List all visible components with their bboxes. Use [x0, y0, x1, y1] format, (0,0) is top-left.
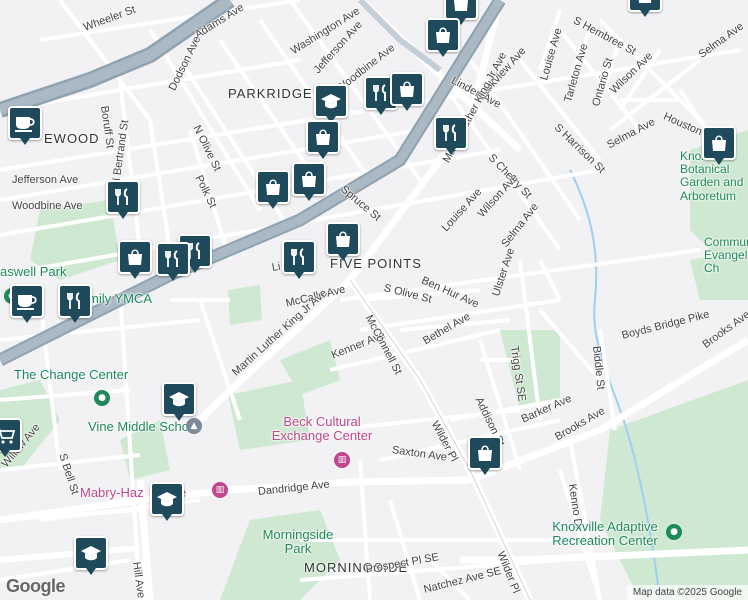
shopping-bag-marker[interactable]	[306, 120, 340, 160]
shopping-bag-icon	[316, 129, 330, 145]
shopping-bag-icon	[400, 81, 414, 97]
shopping-bag-icon	[436, 27, 450, 43]
shopping-bag-icon	[336, 231, 350, 247]
shopping-bag-marker[interactable]	[292, 162, 326, 202]
graduation-cap-icon	[157, 492, 177, 507]
poi-label[interactable]: Knoxville Adaptive Recreation Center	[540, 519, 670, 549]
shopping-bag-marker[interactable]	[702, 126, 736, 166]
graduation-cap-icon	[81, 546, 101, 561]
graduation-cap-marker[interactable]	[74, 536, 108, 576]
restaurant-icon	[443, 124, 456, 141]
shopping-bag-marker[interactable]	[118, 240, 152, 280]
restaurant-marker[interactable]	[106, 180, 140, 220]
museum-dot-icon[interactable]: ▥	[334, 452, 350, 468]
google-logo: Google	[6, 576, 66, 596]
poi-label[interactable]: Vine Middle School	[88, 419, 199, 434]
street-label: Li	[270, 260, 282, 274]
shopping-bag-marker[interactable]	[426, 18, 460, 58]
coffee-icon	[17, 295, 37, 310]
poi-label[interactable]: aswell Park	[0, 264, 66, 279]
place-dot-icon[interactable]: ●	[666, 524, 682, 540]
shopping-bag-icon	[638, 0, 652, 3]
graduation-cap-marker[interactable]	[314, 84, 348, 124]
graduation-cap-marker[interactable]	[162, 382, 196, 422]
shopping-bag-icon	[128, 249, 142, 265]
poi-label[interactable]: The Change Center	[14, 367, 128, 382]
restaurant-marker[interactable]	[58, 284, 92, 324]
restaurant-icon	[373, 84, 386, 101]
poi-label[interactable]: Community Evangelistic Ch	[704, 235, 748, 276]
shopping-bag-icon	[478, 445, 492, 461]
shopping-bag-marker[interactable]	[390, 72, 424, 112]
poi-label[interactable]: Beck Cultural Exchange Center	[266, 414, 378, 444]
map-attribution[interactable]: Map data ©2025 Google	[626, 585, 748, 600]
neighborhood-label: PARKRIDGE	[228, 86, 313, 101]
shopping-bag-icon	[712, 135, 726, 151]
museum-dot-icon[interactable]: ▥	[212, 482, 228, 498]
poi-label[interactable]: Morningside Park	[258, 527, 338, 557]
map-canvas[interactable]: PARKRIDGE EWOOD FIVE POINTS MORNINGSIDE …	[0, 0, 748, 600]
shopping-bag-marker[interactable]	[628, 0, 662, 18]
street-label: Jefferson Ave	[12, 174, 79, 186]
poi-label[interactable]: mily YMCA	[88, 291, 152, 306]
coffee-icon	[15, 117, 35, 132]
shopping-bag-icon	[454, 0, 468, 11]
shopping-bag-marker[interactable]	[256, 170, 290, 210]
restaurant-marker[interactable]	[282, 240, 316, 280]
neighborhood-label: EWOOD	[44, 131, 100, 146]
restaurant-icon	[67, 292, 80, 309]
coffee-marker[interactable]	[10, 284, 44, 324]
place-dot-icon[interactable]: ●	[94, 390, 110, 406]
restaurant-marker[interactable]	[156, 242, 190, 282]
restaurant-icon	[115, 188, 128, 205]
shopping-bag-marker[interactable]	[468, 436, 502, 476]
graduation-cap-icon	[321, 94, 341, 109]
coffee-marker[interactable]	[8, 106, 42, 146]
shopping-cart-marker[interactable]	[0, 418, 22, 458]
shopping-cart-icon	[0, 428, 16, 444]
restaurant-icon	[165, 250, 178, 267]
street-label: Woodbine Ave	[12, 200, 83, 212]
restaurant-icon	[291, 248, 304, 265]
restaurant-marker[interactable]	[434, 116, 468, 156]
shopping-bag-marker[interactable]	[326, 222, 360, 262]
shopping-bag-icon	[266, 179, 280, 195]
graduation-cap-icon	[169, 392, 189, 407]
graduation-cap-marker[interactable]	[150, 482, 184, 522]
shopping-bag-icon	[302, 171, 316, 187]
